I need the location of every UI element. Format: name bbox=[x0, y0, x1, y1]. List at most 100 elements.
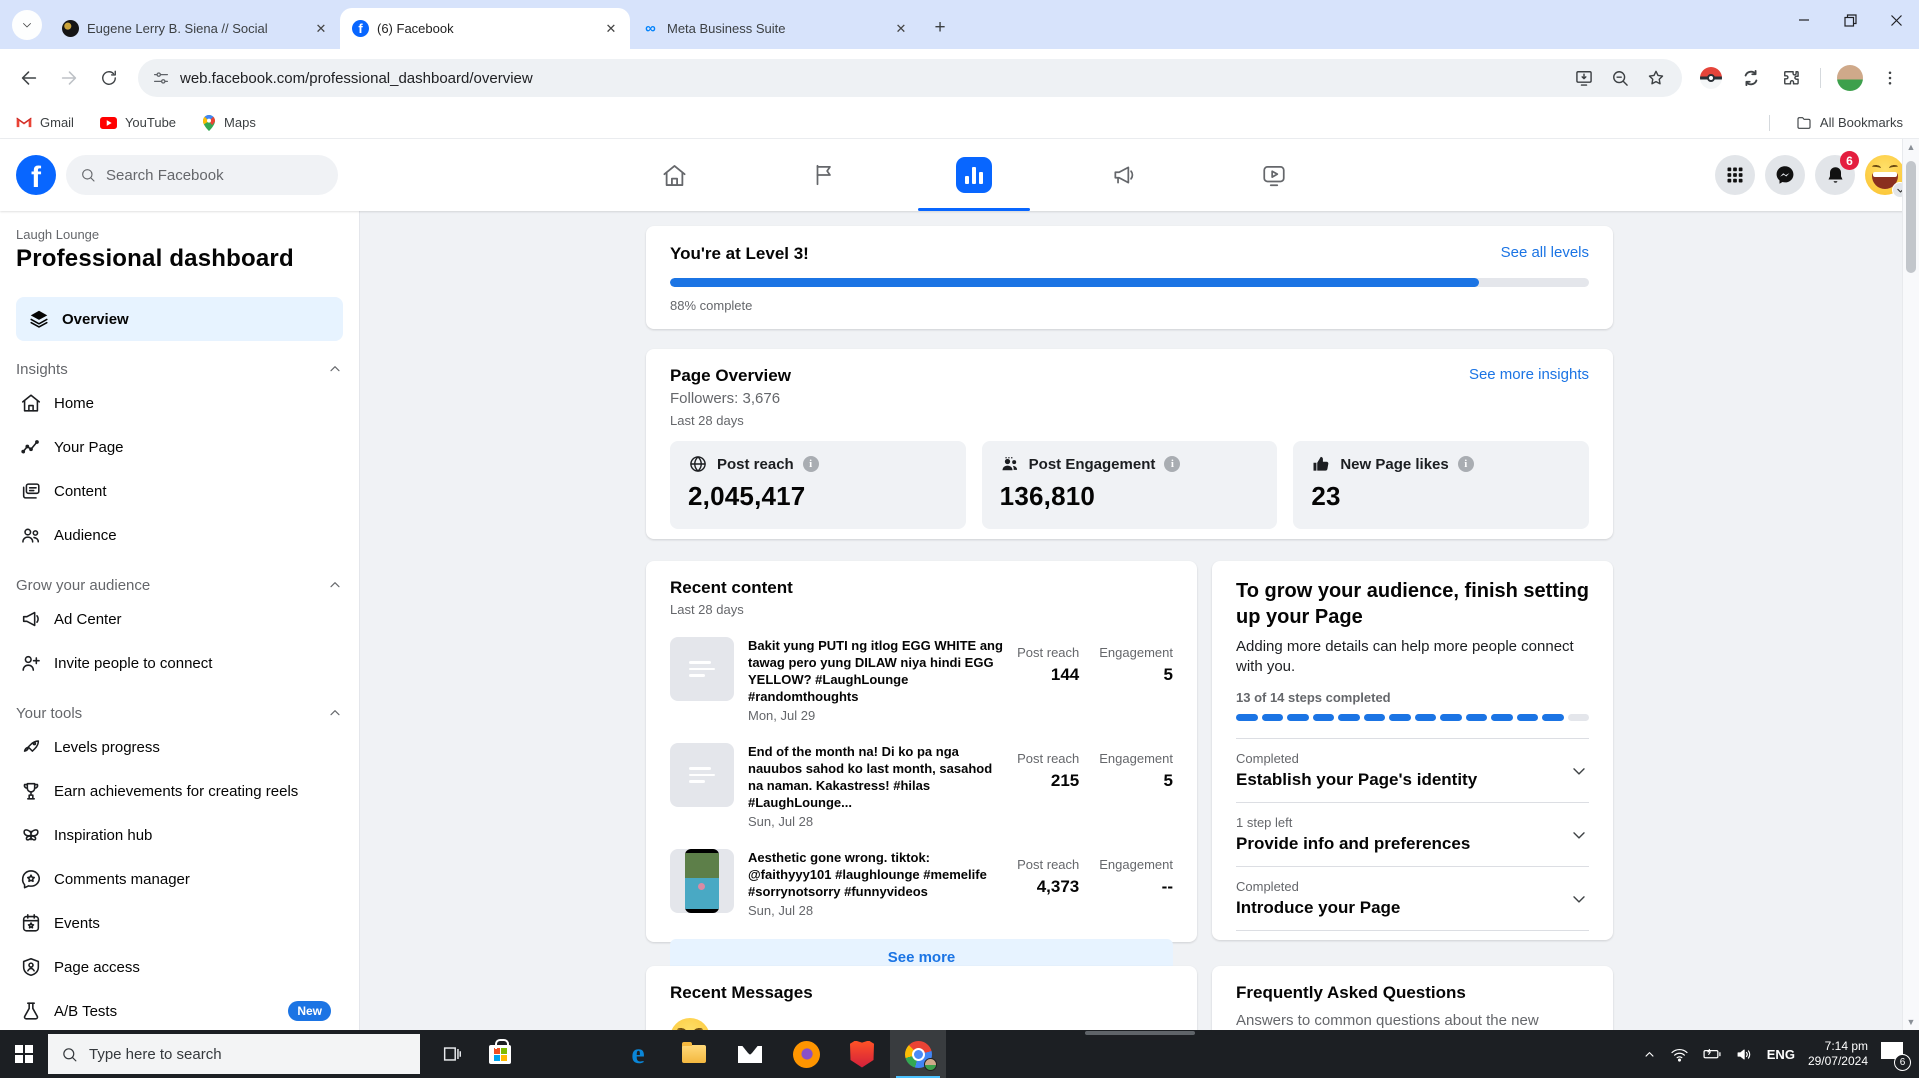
info-icon[interactable]: i bbox=[802, 456, 819, 472]
volume-icon[interactable] bbox=[1735, 1045, 1754, 1064]
all-bookmarks-button[interactable]: All Bookmarks bbox=[1796, 115, 1903, 131]
microsoft-store-button[interactable] bbox=[476, 1030, 524, 1078]
file-explorer-button[interactable] bbox=[666, 1030, 722, 1078]
profile-avatar-button[interactable] bbox=[1833, 61, 1867, 95]
sidebar-item-events[interactable]: Events bbox=[16, 901, 343, 945]
see-more-insights-link[interactable]: See more insights bbox=[1469, 366, 1589, 383]
close-button[interactable] bbox=[1873, 0, 1919, 40]
install-app-icon[interactable] bbox=[1574, 68, 1594, 88]
horizontal-scrollbar-thumb[interactable] bbox=[1085, 1031, 1195, 1035]
minimize-button[interactable] bbox=[1781, 0, 1827, 40]
stat-new-page-likes[interactable]: New Page likes i 23 bbox=[1293, 441, 1590, 529]
profile-menu-button[interactable] bbox=[1865, 155, 1908, 198]
taskbar-search-input[interactable]: Type here to search bbox=[48, 1034, 420, 1074]
sidebar-section-insights[interactable]: Insights bbox=[16, 357, 343, 381]
task-view-button[interactable] bbox=[428, 1030, 476, 1078]
message-sender-avatar[interactable] bbox=[670, 1018, 710, 1030]
step-segment bbox=[1287, 714, 1309, 721]
sidebar-item-ad-center[interactable]: Ad Center bbox=[16, 597, 343, 641]
bookmark-youtube[interactable]: YouTube bbox=[99, 115, 176, 130]
nav-tab-pages[interactable] bbox=[768, 139, 880, 211]
apps-menu-button[interactable] bbox=[1715, 155, 1755, 195]
action-center-button[interactable]: 6 bbox=[1881, 1042, 1911, 1071]
content-post-row[interactable]: End of the month na! Di ko pa nga nauubo… bbox=[670, 743, 1173, 829]
back-button[interactable] bbox=[12, 61, 46, 95]
bookmark-star-icon[interactable] bbox=[1646, 68, 1666, 88]
nav-tab-home[interactable] bbox=[618, 139, 730, 211]
edge-button[interactable]: e bbox=[610, 1030, 666, 1078]
brave-button[interactable] bbox=[834, 1030, 890, 1078]
chrome-button-active[interactable] bbox=[890, 1030, 946, 1078]
browser-tab-facebook[interactable]: f (6) Facebook ✕ bbox=[340, 8, 630, 49]
sidebar-item-page-access[interactable]: Page access bbox=[16, 945, 343, 989]
setup-section-identity[interactable]: Completed Establish your Page's identity bbox=[1236, 739, 1589, 803]
sidebar-item-overview[interactable]: Overview bbox=[16, 297, 343, 341]
scroll-down-arrow[interactable]: ▼ bbox=[1903, 1014, 1919, 1030]
sidebar-item-invite-people[interactable]: Invite people to connect bbox=[16, 641, 343, 685]
chevron-down-icon[interactable] bbox=[1569, 889, 1589, 909]
browser-tab-meta[interactable]: ∞ Meta Business Suite ✕ bbox=[630, 8, 920, 49]
forward-button[interactable] bbox=[52, 61, 86, 95]
info-icon[interactable]: i bbox=[1457, 456, 1474, 472]
start-button[interactable] bbox=[0, 1030, 48, 1078]
scroll-up-arrow[interactable]: ▲ bbox=[1903, 139, 1919, 155]
browser-menu-button[interactable] bbox=[1873, 61, 1907, 95]
sidebar-section-your-tools[interactable]: Your tools bbox=[16, 701, 343, 725]
nav-tab-video[interactable] bbox=[1218, 139, 1330, 211]
tab-list-chevron-button[interactable] bbox=[12, 10, 42, 40]
content-post-row[interactable]: Bakit yung PUTI ng itlog EGG WHITE ang t… bbox=[670, 637, 1173, 723]
content-post-row[interactable]: Aesthetic gone wrong. tiktok: @faithyyy1… bbox=[670, 849, 1173, 918]
info-icon[interactable]: i bbox=[1164, 456, 1181, 472]
bookmark-gmail[interactable]: Gmail bbox=[16, 115, 74, 130]
sidebar-item-home[interactable]: Home bbox=[16, 381, 343, 425]
sidebar-item-audience[interactable]: Audience bbox=[16, 513, 343, 557]
sync-extension-button[interactable] bbox=[1734, 61, 1768, 95]
facebook-search-input[interactable]: Search Facebook bbox=[66, 155, 338, 195]
restore-button[interactable] bbox=[1827, 0, 1873, 40]
taskbar-clock[interactable]: 7:14 pm 29/07/2024 bbox=[1808, 1039, 1868, 1069]
bookmark-maps[interactable]: Maps bbox=[202, 114, 256, 131]
sidebar-item-earn-achievements[interactable]: Earn achievements for creating reels bbox=[16, 769, 343, 813]
sidebar-item-comments-manager[interactable]: Comments manager bbox=[16, 857, 343, 901]
page-scrollbar[interactable]: ▲ ▼ bbox=[1902, 139, 1919, 1030]
setup-section-info[interactable]: 1 step left Provide info and preferences bbox=[1236, 803, 1589, 867]
tab-close-icon[interactable]: ✕ bbox=[312, 20, 330, 38]
extensions-button[interactable] bbox=[1774, 61, 1808, 95]
reload-button[interactable] bbox=[92, 61, 126, 95]
sidebar-section-grow-your-audience[interactable]: Grow your audience bbox=[16, 573, 343, 597]
new-tab-button[interactable]: + bbox=[926, 14, 954, 42]
url-text[interactable]: web.facebook.com/professional_dashboard/… bbox=[180, 70, 1574, 87]
setup-section-introduce[interactable]: Completed Introduce your Page bbox=[1236, 867, 1589, 931]
tab-close-icon[interactable]: ✕ bbox=[602, 20, 620, 38]
chevron-down-icon[interactable] bbox=[1569, 761, 1589, 781]
site-info-icon[interactable] bbox=[152, 69, 170, 87]
browser-tab-1[interactable]: Eugene Lerry B. Siena // Social ✕ bbox=[50, 8, 340, 49]
facebook-logo[interactable]: f bbox=[16, 155, 56, 195]
messenger-button[interactable] bbox=[1765, 155, 1805, 195]
sidebar-item-content[interactable]: Content bbox=[16, 469, 343, 513]
mail-button[interactable] bbox=[722, 1030, 778, 1078]
wifi-icon[interactable] bbox=[1670, 1045, 1689, 1064]
address-bar[interactable]: web.facebook.com/professional_dashboard/… bbox=[138, 59, 1682, 97]
nav-tab-ads[interactable] bbox=[1068, 139, 1180, 211]
chevron-down-icon[interactable] bbox=[1569, 825, 1589, 845]
notifications-button[interactable]: 6 bbox=[1815, 151, 1859, 195]
stat-label: Post reach bbox=[717, 455, 794, 473]
pokeball-extension-button[interactable] bbox=[1694, 61, 1728, 95]
see-all-levels-link[interactable]: See all levels bbox=[1501, 244, 1589, 261]
stat-post-engagement[interactable]: Post Engagement i 136,810 bbox=[981, 441, 1278, 529]
zoom-icon[interactable] bbox=[1610, 68, 1630, 88]
tray-chevron-up-icon[interactable] bbox=[1642, 1047, 1657, 1062]
battery-icon[interactable] bbox=[1702, 1044, 1722, 1064]
page-name: Laugh Lounge bbox=[16, 227, 100, 242]
language-indicator[interactable]: ENG bbox=[1767, 1047, 1795, 1062]
sidebar-item-levels-progress[interactable]: Levels progress bbox=[16, 725, 343, 769]
sidebar-item-inspiration-hub[interactable]: Inspiration hub bbox=[16, 813, 343, 857]
sidebar-item-ab-tests[interactable]: A/B Tests New bbox=[16, 989, 343, 1030]
stat-post-reach[interactable]: Post reach i 2,045,417 bbox=[670, 441, 966, 529]
nav-tab-insights-active[interactable] bbox=[918, 139, 1030, 211]
sidebar-item-your-page[interactable]: Your Page bbox=[16, 425, 343, 469]
scrollbar-thumb[interactable] bbox=[1906, 161, 1916, 273]
tab-close-icon[interactable]: ✕ bbox=[892, 20, 910, 38]
firefox-button[interactable] bbox=[778, 1030, 834, 1078]
